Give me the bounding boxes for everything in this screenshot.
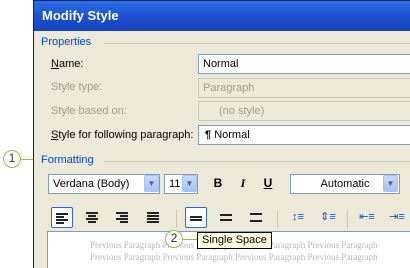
align-left-button[interactable]	[51, 207, 73, 228]
one-half-space-icon	[219, 210, 235, 224]
font-size-dropdown-icon[interactable]: ▼	[182, 175, 197, 192]
double-space-icon	[249, 210, 265, 224]
align-right-button[interactable]	[112, 207, 134, 228]
properties-divider	[104, 43, 410, 44]
preview-line-2: Previous Paragraph Previous Paragraph Pr…	[90, 252, 378, 262]
toolbar-separator	[347, 210, 348, 228]
justify-button[interactable]	[143, 207, 165, 228]
decrease-spacing-icon: ⇕≡	[320, 211, 336, 223]
font-dropdown-icon[interactable]: ▼	[144, 175, 159, 192]
one-half-space-button[interactable]	[216, 207, 238, 228]
underline-button[interactable]: U	[257, 173, 279, 194]
double-space-button[interactable]	[246, 207, 268, 228]
dialog-title: Modify Style	[34, 1, 410, 31]
decrease-indent-button[interactable]: ⇤≡	[356, 207, 378, 228]
toolbar-separator	[277, 210, 278, 228]
increase-indent-button[interactable]: ⇥≡	[386, 207, 408, 228]
style-type-select[interactable]: Paragraph	[198, 78, 410, 98]
toolbar-separator	[176, 210, 177, 228]
style-type-label: Style type:	[51, 81, 103, 93]
properties-group-label: Properties	[41, 36, 92, 48]
formatting-group-label: Formatting	[41, 154, 94, 166]
style-based-on-label: Style based on:	[51, 105, 127, 117]
align-center-icon	[85, 210, 101, 224]
italic-button[interactable]: I	[232, 173, 254, 194]
justify-icon	[146, 210, 162, 224]
modify-style-dialog: Modify Style Properties Name: Normal Sty…	[33, 0, 410, 268]
decrease-paragraph-spacing-button[interactable]: ⇕≡	[317, 207, 339, 228]
callout-1: 1	[3, 150, 21, 168]
single-space-tooltip: Single Space	[197, 232, 272, 249]
increase-indent-icon: ⇥≡	[389, 211, 405, 223]
bold-button[interactable]: B	[207, 173, 229, 194]
formatting-divider	[104, 161, 410, 162]
font-color-dropdown-icon[interactable]: ▼	[383, 175, 398, 192]
pilcrow-icon: ¶	[205, 129, 212, 141]
callout-2-line	[183, 239, 197, 240]
following-paragraph-select[interactable]: ¶ Normal	[198, 125, 410, 145]
name-field[interactable]: Normal	[198, 54, 410, 74]
style-based-on-select[interactable]: (no style)	[198, 101, 410, 121]
single-space-button[interactable]	[185, 207, 207, 228]
increase-spacing-icon: ↕≡	[292, 211, 304, 223]
following-paragraph-label: Style for following paragraph:	[51, 129, 194, 141]
align-left-icon	[55, 211, 71, 225]
name-label: Name:	[51, 58, 84, 70]
single-space-icon	[189, 211, 205, 225]
decrease-indent-icon: ⇤≡	[359, 211, 375, 223]
increase-paragraph-spacing-button[interactable]: ↕≡	[287, 207, 309, 228]
callout-2: 2	[165, 230, 183, 248]
align-right-icon	[115, 210, 131, 224]
align-center-button[interactable]	[82, 207, 104, 228]
